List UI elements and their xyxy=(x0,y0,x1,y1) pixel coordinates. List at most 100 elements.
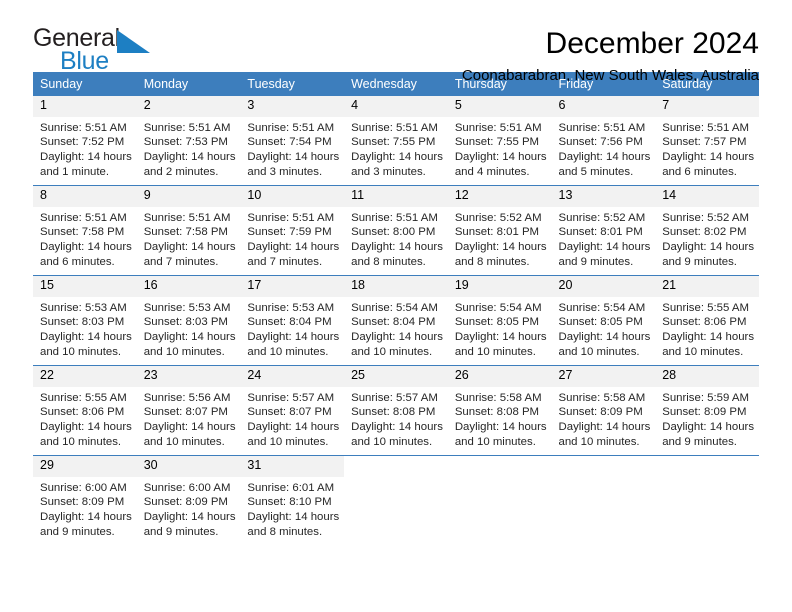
daylight-text-line2: and 10 minutes. xyxy=(247,435,329,448)
sunrise-text: Sunrise: 5:52 AM xyxy=(454,211,542,224)
sunset-text: Sunset: 8:04 PM xyxy=(351,316,436,329)
day-cell[interactable]: 19 Sunrise: 5:54 AM Sunset: 8:05 PM Dayl… xyxy=(447,275,552,366)
day-cell[interactable]: 22 Sunrise: 5:55 AM Sunset: 8:06 PM Dayl… xyxy=(33,365,137,456)
day-cell[interactable]: 8 Sunrise: 5:51 AM Sunset: 7:58 PM Dayli… xyxy=(33,185,137,276)
daylight-text-line1: Daylight: 14 hours xyxy=(143,240,236,253)
daylight-text-line1: Daylight: 14 hours xyxy=(662,150,755,163)
day-cell[interactable]: 26 Sunrise: 5:58 AM Sunset: 8:08 PM Dayl… xyxy=(447,365,552,456)
daylight-text-line1: Daylight: 14 hours xyxy=(662,330,755,343)
daylight-text-line2: and 8 minutes. xyxy=(351,255,426,268)
day-number: 12 xyxy=(447,186,552,207)
sunrise-text: Sunrise: 5:59 AM xyxy=(662,391,749,404)
day-cell[interactable]: 11 Sunrise: 5:51 AM Sunset: 8:00 PM Dayl… xyxy=(344,185,448,276)
day-details: Sunrise: 5:58 AM Sunset: 8:08 PM Dayligh… xyxy=(448,387,552,449)
day-cell[interactable]: 3 Sunrise: 5:51 AM Sunset: 7:54 PM Dayli… xyxy=(240,96,345,186)
daylight-text-line2: and 9 minutes. xyxy=(558,255,634,268)
daylight-text-line2: and 9 minutes. xyxy=(662,255,737,268)
page-title: December 2024 xyxy=(545,27,759,60)
sunset-text: Sunset: 8:05 PM xyxy=(558,316,643,329)
day-cell[interactable]: 14 Sunrise: 5:52 AM Sunset: 8:02 PM Dayl… xyxy=(655,185,759,276)
day-cell[interactable]: 7 Sunrise: 5:51 AM Sunset: 7:57 PM Dayli… xyxy=(655,96,759,186)
daylight-text-line2: and 6 minutes. xyxy=(662,165,737,178)
day-cell[interactable]: 25 Sunrise: 5:57 AM Sunset: 8:08 PM Dayl… xyxy=(344,365,448,456)
daylight-text-line1: Daylight: 14 hours xyxy=(662,240,755,253)
sunset-text: Sunset: 8:03 PM xyxy=(143,316,228,329)
sunset-text: Sunset: 8:07 PM xyxy=(143,406,228,419)
day-cell[interactable]: 21 Sunrise: 5:55 AM Sunset: 8:06 PM Dayl… xyxy=(655,275,759,366)
day-number: 9 xyxy=(136,186,241,207)
daylight-text-line2: and 10 minutes. xyxy=(454,345,536,358)
sunrise-text: Sunrise: 5:51 AM xyxy=(247,211,335,224)
sunrise-text: Sunrise: 5:54 AM xyxy=(558,301,646,314)
daylight-text-line1: Daylight: 14 hours xyxy=(247,150,340,163)
sunrise-text: Sunrise: 5:51 AM xyxy=(40,211,127,224)
daylight-text-line1: Daylight: 14 hours xyxy=(40,150,132,163)
sunset-text: Sunset: 7:56 PM xyxy=(558,136,643,149)
day-cell[interactable]: 2 Sunrise: 5:51 AM Sunset: 7:53 PM Dayli… xyxy=(136,96,241,186)
day-details: Sunrise: 5:56 AM Sunset: 8:07 PM Dayligh… xyxy=(137,387,241,449)
week-row: 1 Sunrise: 5:51 AM Sunset: 7:52 PM Dayli… xyxy=(33,96,759,186)
daylight-text-line2: and 10 minutes. xyxy=(247,345,329,358)
daylight-text-line1: Daylight: 14 hours xyxy=(40,510,132,523)
daylight-text-line1: Daylight: 14 hours xyxy=(143,420,236,433)
sunset-text: Sunset: 8:05 PM xyxy=(454,316,540,329)
daylight-text-line1: Daylight: 14 hours xyxy=(351,240,443,253)
sunset-text: Sunset: 7:58 PM xyxy=(40,226,125,239)
day-cell[interactable]: 15 Sunrise: 5:53 AM Sunset: 8:03 PM Dayl… xyxy=(33,275,137,366)
daylight-text-line2: and 8 minutes. xyxy=(454,255,530,268)
day-cell[interactable]: 16 Sunrise: 5:53 AM Sunset: 8:03 PM Dayl… xyxy=(136,275,241,366)
day-cell[interactable]: 24 Sunrise: 5:57 AM Sunset: 8:07 PM Dayl… xyxy=(240,365,345,456)
sunrise-text: Sunrise: 5:58 AM xyxy=(558,391,646,404)
day-cell[interactable]: 13 Sunrise: 5:52 AM Sunset: 8:01 PM Dayl… xyxy=(551,185,656,276)
day-number: 20 xyxy=(551,276,656,297)
day-details: Sunrise: 5:53 AM Sunset: 8:04 PM Dayligh… xyxy=(240,297,344,359)
daylight-text-line1: Daylight: 14 hours xyxy=(351,420,443,433)
day-cell[interactable]: 6 Sunrise: 5:51 AM Sunset: 7:56 PM Dayli… xyxy=(551,96,656,186)
sunset-text: Sunset: 7:55 PM xyxy=(351,136,436,149)
daylight-text-line2: and 9 minutes. xyxy=(40,525,115,538)
daylight-text-line1: Daylight: 14 hours xyxy=(40,420,132,433)
day-cell[interactable]: 30 Sunrise: 6:00 AM Sunset: 8:09 PM Dayl… xyxy=(136,455,241,545)
sunrise-text: Sunrise: 5:53 AM xyxy=(40,301,127,314)
day-cell[interactable]: 27 Sunrise: 5:58 AM Sunset: 8:09 PM Dayl… xyxy=(551,365,656,456)
day-details: Sunrise: 5:54 AM Sunset: 8:05 PM Dayligh… xyxy=(448,297,552,359)
sunset-text: Sunset: 8:09 PM xyxy=(40,496,125,509)
daylight-text-line1: Daylight: 14 hours xyxy=(247,330,340,343)
day-number: 29 xyxy=(33,456,137,477)
day-number: 11 xyxy=(344,186,448,207)
day-cell[interactable]: 31 Sunrise: 6:01 AM Sunset: 8:10 PM Dayl… xyxy=(240,455,345,545)
day-details: Sunrise: 5:51 AM Sunset: 7:52 PM Dayligh… xyxy=(33,117,137,179)
day-cell[interactable]: 17 Sunrise: 5:53 AM Sunset: 8:04 PM Dayl… xyxy=(240,275,345,366)
sunset-text: Sunset: 8:09 PM xyxy=(662,406,747,419)
sunrise-text: Sunrise: 6:01 AM xyxy=(247,481,335,494)
daylight-text-line2: and 7 minutes. xyxy=(143,255,219,268)
day-number: 14 xyxy=(655,186,759,207)
page-header: General Blue December 2024 Coonabarabran… xyxy=(33,0,759,84)
day-cell[interactable]: 28 Sunrise: 5:59 AM Sunset: 8:09 PM Dayl… xyxy=(655,365,759,456)
sunset-text: Sunset: 8:09 PM xyxy=(143,496,228,509)
day-cell[interactable]: 1 Sunrise: 5:51 AM Sunset: 7:52 PM Dayli… xyxy=(33,96,137,186)
day-cell[interactable]: 4 Sunrise: 5:51 AM Sunset: 7:55 PM Dayli… xyxy=(344,96,448,186)
sunset-text: Sunset: 7:54 PM xyxy=(247,136,332,149)
day-cell[interactable]: 18 Sunrise: 5:54 AM Sunset: 8:04 PM Dayl… xyxy=(344,275,448,366)
daylight-text-line2: and 6 minutes. xyxy=(40,255,115,268)
daylight-text-line1: Daylight: 14 hours xyxy=(558,150,651,163)
daylight-text-line2: and 3 minutes. xyxy=(351,165,426,178)
day-cell[interactable]: 12 Sunrise: 5:52 AM Sunset: 8:01 PM Dayl… xyxy=(447,185,552,276)
day-cell[interactable]: 20 Sunrise: 5:54 AM Sunset: 8:05 PM Dayl… xyxy=(551,275,656,366)
day-cell[interactable]: 5 Sunrise: 5:51 AM Sunset: 7:55 PM Dayli… xyxy=(447,96,552,186)
day-number: 3 xyxy=(240,96,345,117)
day-details: Sunrise: 5:54 AM Sunset: 8:05 PM Dayligh… xyxy=(552,297,656,359)
day-number: 27 xyxy=(551,366,656,387)
day-cell[interactable]: 10 Sunrise: 5:51 AM Sunset: 7:59 PM Dayl… xyxy=(240,185,345,276)
sunrise-text: Sunrise: 5:51 AM xyxy=(558,121,646,134)
daylight-text-line1: Daylight: 14 hours xyxy=(247,240,340,253)
day-cell[interactable]: 9 Sunrise: 5:51 AM Sunset: 7:58 PM Dayli… xyxy=(136,185,241,276)
sunrise-text: Sunrise: 5:53 AM xyxy=(247,301,335,314)
daylight-text-line2: and 10 minutes. xyxy=(351,435,433,448)
day-details: Sunrise: 5:51 AM Sunset: 7:53 PM Dayligh… xyxy=(137,117,241,179)
day-details: Sunrise: 5:51 AM Sunset: 7:57 PM Dayligh… xyxy=(655,117,759,179)
day-cell[interactable]: 23 Sunrise: 5:56 AM Sunset: 8:07 PM Dayl… xyxy=(136,365,241,456)
sunset-text: Sunset: 7:53 PM xyxy=(143,136,228,149)
day-cell[interactable]: 29 Sunrise: 6:00 AM Sunset: 8:09 PM Dayl… xyxy=(33,455,137,545)
